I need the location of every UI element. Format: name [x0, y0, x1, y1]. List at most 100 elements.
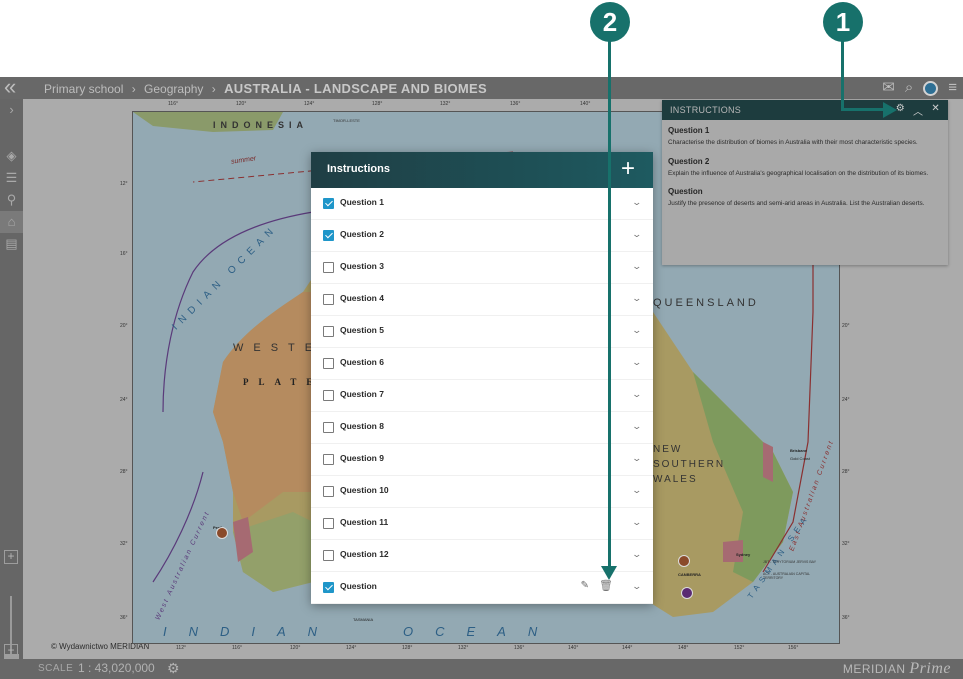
instruction-item: Question 2 Explain the influence of Aust…	[668, 157, 942, 180]
question-row[interactable]: Question 10 ⌄	[311, 476, 653, 508]
chevron-down-icon[interactable]: ⌄	[632, 453, 643, 464]
longitude-label: 132°	[440, 101, 451, 107]
gear-icon[interactable]: ⚙	[167, 660, 180, 677]
collapse-up-icon[interactable]: ︿	[913, 103, 923, 118]
question-row[interactable]: Question 9 ⌄	[311, 444, 653, 476]
label-tasmania: TASMANIA	[353, 617, 374, 622]
instructions-list-header: Instructions +	[311, 152, 653, 188]
user-avatar-icon[interactable]	[923, 80, 939, 96]
longitude-label: 128°	[402, 645, 413, 651]
latitude-label: 28°	[842, 469, 850, 475]
chevron-down-icon[interactable]: ⌄	[632, 293, 643, 304]
question-edit-icon[interactable]: ✎	[581, 580, 589, 591]
question-checkbox[interactable]	[323, 294, 334, 305]
chevron-down-icon[interactable]: ⌄	[632, 325, 643, 336]
question-label: Question 5	[340, 325, 384, 335]
latitude-label: 16°	[120, 251, 128, 257]
chevron-down-icon[interactable]: ⌄	[632, 389, 643, 400]
instructions-settings-icon[interactable]: ⚙	[896, 103, 905, 118]
add-instruction-button[interactable]: +	[621, 156, 635, 182]
map-pin-icon[interactable]: ⚲	[0, 189, 23, 211]
label-indian: INDIAN	[163, 624, 340, 639]
question-row[interactable]: Question 5 ⌄	[311, 316, 653, 348]
breadcrumb: Primary school › Geography › AUSTRALIA -…	[44, 81, 487, 96]
chevron-down-icon[interactable]: ⌄	[632, 485, 643, 496]
industry-marker-icon[interactable]	[216, 527, 228, 539]
label-new-south-wales: NEW SOUTHERN WALES	[653, 444, 726, 485]
chevron-down-icon[interactable]: ⌄	[632, 517, 643, 528]
label-ocean: OCEAN	[403, 624, 560, 639]
question-label: Question 4	[340, 293, 384, 303]
instructions-panel-header: INSTRUCTIONS ⚙ ︿ ✕	[662, 100, 948, 120]
longitude-label: 124°	[304, 101, 315, 107]
screenshot-stage: 2 1 « Primary school › Geography › AUSTR…	[0, 0, 963, 679]
question-label: Question 11	[340, 517, 389, 527]
instruction-text: Characterise the distribution of biomes …	[668, 139, 918, 146]
question-label: Question 10	[340, 485, 389, 495]
longitude-label: 140°	[580, 101, 591, 107]
chevron-down-icon[interactable]: ⌄	[632, 357, 643, 368]
left-toolbar: › ◈ ☰ ⚲ ⌂ ▤ + −	[0, 99, 23, 660]
chevron-down-icon[interactable]: ⌄	[632, 197, 643, 208]
breadcrumb-primary-school[interactable]: Primary school	[44, 82, 123, 96]
double-chevron-left-icon[interactable]: «	[4, 76, 16, 98]
chevron-down-icon[interactable]: ⌄	[632, 261, 643, 272]
annotation-line-1a	[841, 40, 844, 110]
question-label: Question	[340, 581, 377, 591]
close-icon[interactable]: ✕	[931, 103, 940, 118]
question-row[interactable]: Question 6 ⌄	[311, 348, 653, 380]
question-checkbox[interactable]	[323, 582, 334, 593]
question-checkbox[interactable]	[323, 358, 334, 369]
question-checkbox[interactable]	[323, 422, 334, 433]
longitude-label: 116°	[168, 101, 178, 107]
question-checkbox[interactable]	[323, 262, 334, 273]
mail-icon[interactable]: ✉	[882, 80, 895, 96]
question-row[interactable]: Question 7 ⌄	[311, 380, 653, 412]
chevron-down-icon[interactable]: ⌄	[632, 581, 643, 592]
annotation-marker-2: 2	[590, 2, 630, 42]
question-row[interactable]: Question 1 ⌄	[311, 188, 653, 220]
hamburger-menu-icon[interactable]: ≡	[948, 80, 957, 96]
question-label: Question 3	[340, 261, 384, 271]
question-checkbox[interactable]	[323, 326, 334, 337]
label-canberra: CANBERRA	[678, 572, 701, 577]
latitude-label: 36°	[842, 615, 850, 621]
question-checkbox[interactable]	[323, 550, 334, 561]
question-row[interactable]: Question 11 ⌄	[311, 508, 653, 540]
question-checkbox[interactable]	[323, 230, 334, 241]
industry-marker-icon[interactable]	[678, 555, 690, 567]
graduation-cap-icon[interactable]: ⌂	[0, 211, 23, 233]
chevron-down-icon[interactable]: ⌄	[632, 421, 643, 432]
question-delete-icon[interactable]: 🗑︎	[599, 579, 613, 592]
chevron-right-icon[interactable]: ›	[0, 99, 23, 121]
question-checkbox[interactable]	[323, 518, 334, 529]
search-icon[interactable]: ⌕	[905, 80, 913, 96]
latitude-label: 36°	[120, 615, 128, 621]
question-row[interactable]: Question 4 ⌄	[311, 284, 653, 316]
layers-icon[interactable]: ◈	[0, 145, 23, 167]
question-checkbox[interactable]	[323, 486, 334, 497]
question-checkbox[interactable]	[323, 454, 334, 465]
question-checkbox[interactable]	[323, 198, 334, 209]
question-row[interactable]: Question 3 ⌄	[311, 252, 653, 284]
longitude-label: 112°	[176, 645, 186, 651]
question-label: Question 7	[340, 389, 384, 399]
longitude-label: 124°	[346, 645, 357, 651]
chevron-down-icon[interactable]: ⌄	[632, 229, 643, 240]
question-checkbox[interactable]	[323, 390, 334, 401]
longitude-label: 116°	[232, 645, 242, 651]
stack-icon[interactable]: ▤	[0, 233, 23, 255]
zoom-out-button[interactable]: −	[4, 644, 18, 658]
list-icon[interactable]: ☰	[0, 167, 23, 189]
question-row[interactable]: Question 8 ⌄	[311, 412, 653, 444]
instructions-list-modal: Instructions + Question 1 ⌄ Question 2 ⌄ Que…	[311, 152, 653, 604]
latitude-label: 28°	[120, 469, 128, 475]
breadcrumb-geography[interactable]: Geography	[144, 82, 203, 96]
mountain-marker-icon[interactable]	[681, 587, 693, 599]
latitude-label: 24°	[120, 397, 128, 403]
instruction-text: Explain the influence of Australia's geo…	[668, 169, 929, 177]
chevron-down-icon[interactable]: ⌄	[632, 549, 643, 560]
question-row[interactable]: Question 2 ⌄	[311, 220, 653, 252]
longitude-label: 148°	[678, 645, 689, 651]
zoom-in-button[interactable]: +	[4, 550, 18, 564]
